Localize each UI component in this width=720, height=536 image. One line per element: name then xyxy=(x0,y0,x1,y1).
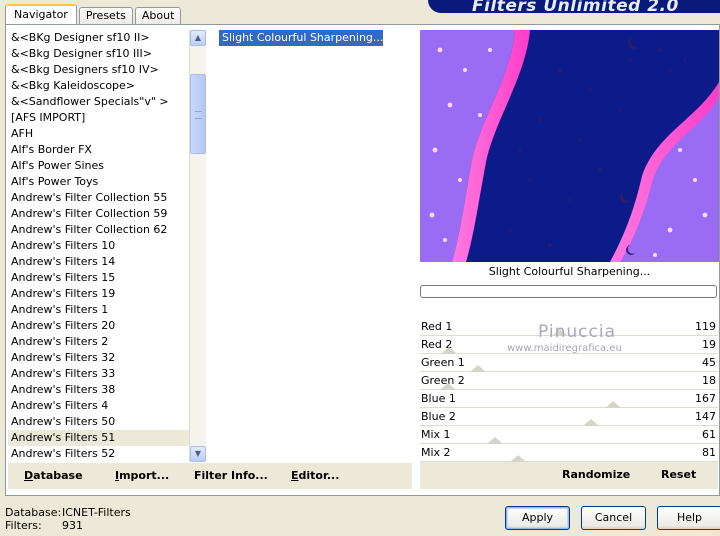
slider-thumb[interactable] xyxy=(487,437,503,444)
randomize-button[interactable]: Randomize xyxy=(562,468,630,481)
effect-item[interactable]: Slight Colourful Sharpening... xyxy=(219,30,384,46)
preview-artwork xyxy=(420,30,719,262)
slider-row[interactable]: Blue 1 167 xyxy=(420,390,718,408)
watermark-name: Pinuccia xyxy=(538,322,616,342)
slider-label: Mix 1 xyxy=(421,428,451,441)
slider-thumb[interactable] xyxy=(605,401,621,408)
left-action-bar: Database Import... Filter Info... Editor… xyxy=(8,462,412,489)
reset-button[interactable]: Reset xyxy=(661,468,696,481)
slider-thumb[interactable] xyxy=(440,383,456,390)
slider-label: Blue 2 xyxy=(421,410,456,423)
tab-strip: Navigator Presets About xyxy=(5,4,183,24)
filter-list-item[interactable]: Andrew's Filters 20 xyxy=(8,318,206,334)
slider-row[interactable]: Green 2 18 xyxy=(420,372,718,390)
progress-bar xyxy=(420,285,717,298)
tab-navigator[interactable]: Navigator xyxy=(5,4,77,24)
filter-list-item[interactable]: Andrew's Filter Collection 59 xyxy=(8,206,206,222)
slider-row[interactable]: Mix 2 81 xyxy=(420,444,718,462)
filter-category-list[interactable]: &<BKg Designer sf10 II> &<Bkg Designer sf… xyxy=(8,30,206,462)
tab-about[interactable]: About xyxy=(134,7,182,24)
slider-value: 19 xyxy=(702,338,716,351)
import-button[interactable]: Import... xyxy=(115,469,169,482)
filter-list-item[interactable]: Alf's Power Sines xyxy=(8,158,206,174)
filter-list-item[interactable]: Andrew's Filters 4 xyxy=(8,398,206,414)
scroll-thumb[interactable] xyxy=(190,74,206,154)
slider-thumb[interactable] xyxy=(470,365,486,372)
filter-list-item[interactable]: Alf's Power Toys xyxy=(8,174,206,190)
filter-list-item[interactable]: [AFS IMPORT] xyxy=(8,110,206,126)
filter-list-item[interactable]: Andrew's Filters 52 xyxy=(8,446,206,462)
filter-list-item[interactable]: Andrew's Filters 10 xyxy=(8,238,206,254)
filter-list-item[interactable]: AFH xyxy=(8,126,206,142)
filter-list-item[interactable]: Andrew's Filters 32 xyxy=(8,350,206,366)
slider-label: Mix 2 xyxy=(421,446,451,459)
effects-list[interactable]: Slight Colourful Sharpening... xyxy=(215,30,412,462)
tab-presets[interactable]: Presets xyxy=(78,7,133,24)
filter-list-item[interactable]: Andrew's Filters 1 xyxy=(8,302,206,318)
preview-image xyxy=(420,30,719,262)
filter-list-item[interactable]: Andrew's Filters 38 xyxy=(8,382,206,398)
filter-list-item[interactable]: Andrew's Filter Collection 55 xyxy=(8,190,206,206)
right-action-bar: Randomize Reset xyxy=(420,462,718,489)
filter-list-item[interactable]: Andrew's Filters 51 xyxy=(8,430,206,446)
filter-list-item[interactable]: Alf's Border FX xyxy=(8,142,206,158)
filter-list-item[interactable]: Andrew's Filters 50 xyxy=(8,414,206,430)
filter-list-item[interactable]: Andrew's Filters 19 xyxy=(8,286,206,302)
slider-value: 147 xyxy=(695,410,716,423)
filter-info-button[interactable]: Filter Info... xyxy=(194,469,268,482)
filter-list-item[interactable]: Andrew's Filters 15 xyxy=(8,270,206,286)
scroll-down-button[interactable]: ▼ xyxy=(190,446,206,462)
watermark-url: www.maidiregrafica.eu xyxy=(507,343,622,354)
help-button[interactable]: Help xyxy=(657,506,720,530)
status-database: Database:ICNET-Filters xyxy=(5,506,131,519)
slider-row[interactable]: Green 1 45 xyxy=(420,354,718,372)
filter-list-item[interactable]: Andrew's Filters 2 xyxy=(8,334,206,350)
status-filters: Filters: 931 xyxy=(5,519,83,532)
slider-value: 45 xyxy=(702,356,716,369)
editor-button[interactable]: Editor... xyxy=(291,469,339,482)
slider-value: 18 xyxy=(702,374,716,387)
filter-list-item[interactable]: Andrew's Filters 33 xyxy=(8,366,206,382)
slider-thumb[interactable] xyxy=(510,455,526,462)
slider-value: 61 xyxy=(702,428,716,441)
filter-list-item[interactable]: Andrew's Filters 14 xyxy=(8,254,206,270)
filter-list-item[interactable]: &<Bkg Kaleidoscope> xyxy=(8,78,206,94)
slider-label: Red 1 xyxy=(421,320,453,333)
slider-row[interactable]: Blue 2 147 xyxy=(420,408,718,426)
app-title: Filters Unlimited 2.0 xyxy=(472,0,679,13)
filter-list-scrollbar[interactable]: ▲ ▼ xyxy=(189,30,206,462)
slider-label: Green 1 xyxy=(421,356,465,369)
database-button[interactable]: Database xyxy=(24,469,83,482)
slider-value: 119 xyxy=(695,320,716,333)
slider-row[interactable]: Mix 1 61 xyxy=(420,426,718,444)
slider-thumb[interactable] xyxy=(583,419,599,426)
slider-label: Blue 1 xyxy=(421,392,456,405)
apply-button[interactable]: Apply xyxy=(505,506,570,530)
slider-value: 81 xyxy=(702,446,716,459)
slider-value: 167 xyxy=(695,392,716,405)
cancel-button[interactable]: Cancel xyxy=(581,506,646,530)
filter-list-item[interactable]: &<Sandflower Specials"v" > xyxy=(8,94,206,110)
slider-thumb[interactable] xyxy=(441,347,457,354)
filter-list-item[interactable]: &<Bkg Designers sf10 IV> xyxy=(8,62,206,78)
app-title-banner: Filters Unlimited 2.0 xyxy=(428,0,720,13)
filter-list-item[interactable]: &<Bkg Designer sf10 III> xyxy=(8,46,206,62)
filter-list-item[interactable]: &<BKg Designer sf10 II> xyxy=(8,30,206,46)
filter-list-item[interactable]: Andrew's Filter Collection 62 xyxy=(8,222,206,238)
scroll-up-button[interactable]: ▲ xyxy=(190,30,206,46)
preview-filter-name: Slight Colourful Sharpening... xyxy=(488,265,651,278)
